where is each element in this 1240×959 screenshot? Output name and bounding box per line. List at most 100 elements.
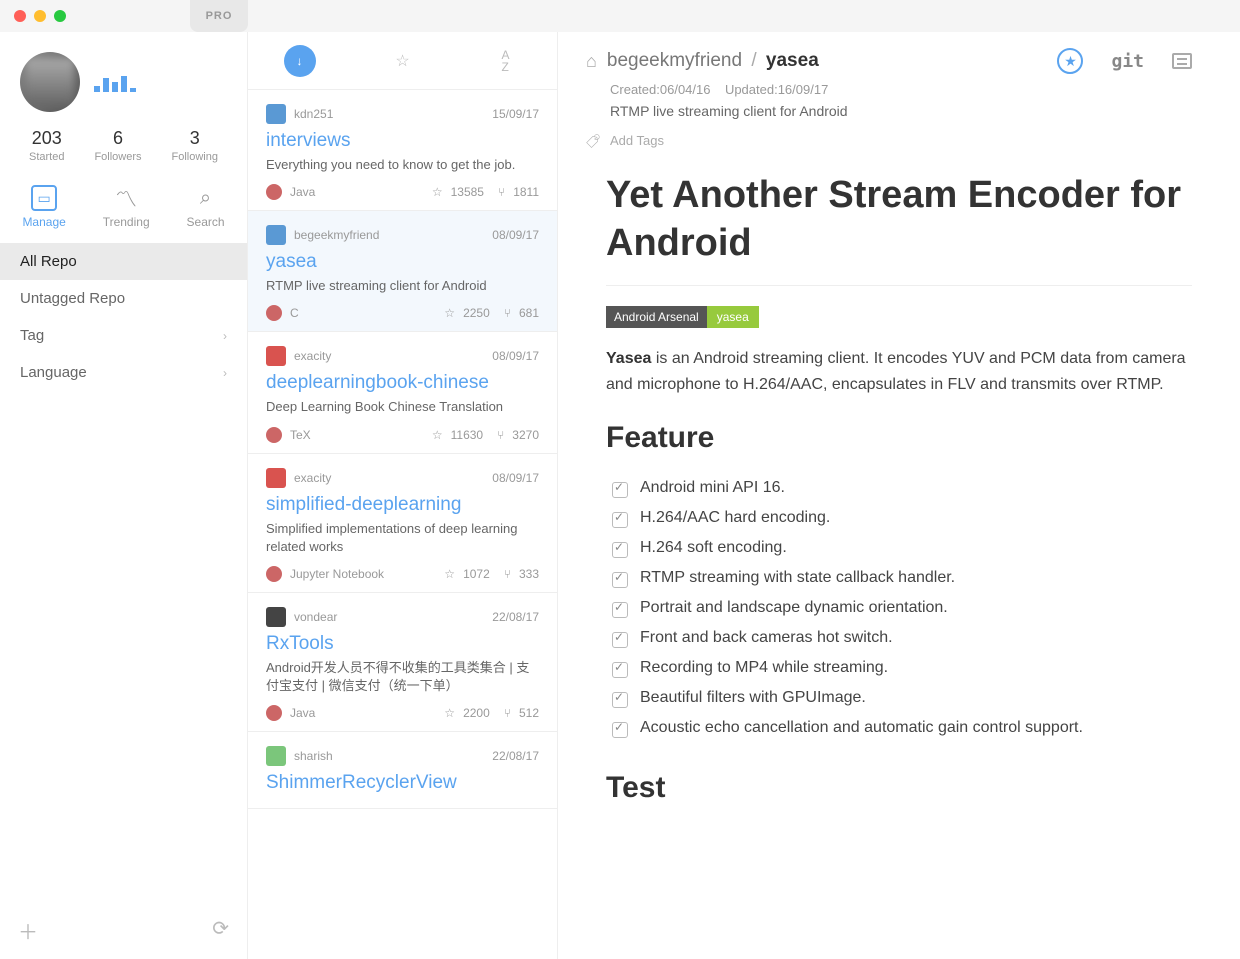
refresh-button[interactable]: ⟳ xyxy=(212,916,229,945)
nav-untagged-repo[interactable]: Untagged Repo xyxy=(0,280,247,317)
chevron-right-icon: › xyxy=(223,329,227,343)
owner-avatar-icon xyxy=(266,607,286,627)
feature-item: Acoustic echo cancellation and automatic… xyxy=(612,713,1192,743)
owner-avatar-icon xyxy=(266,104,286,124)
meta-dates: Created:06/04/16 Updated:16/09/17 xyxy=(558,82,1240,97)
stat-following[interactable]: 3 Following xyxy=(172,128,218,163)
repo-description: Deep Learning Book Chinese Translation xyxy=(266,398,539,416)
fork-icon: ⑂ xyxy=(504,306,511,320)
trending-icon: 〽 xyxy=(113,185,139,211)
fork-count: 681 xyxy=(519,306,539,320)
repo-date: 08/09/17 xyxy=(492,349,539,363)
stat-number: 6 xyxy=(94,128,141,149)
star-icon: ☆ xyxy=(444,567,455,581)
repo-description: Simplified implementations of deep learn… xyxy=(266,520,539,556)
fork-icon: ⑂ xyxy=(497,428,504,442)
repo-detail: ⌂ begeekmyfriend / yasea ★ git Created:0… xyxy=(558,32,1240,959)
chevron-right-icon: › xyxy=(223,366,227,380)
tab-label: Search xyxy=(187,215,225,229)
language-label: Jupyter Notebook xyxy=(290,567,384,581)
repo-card[interactable]: kdn251 15/09/17 interviews Everything yo… xyxy=(248,90,557,211)
feature-item: Portrait and landscape dynamic orientati… xyxy=(612,593,1192,623)
nav-language[interactable]: Language › xyxy=(0,354,247,391)
sort-alpha-tab[interactable]: AZ xyxy=(490,45,522,77)
star-count: 13585 xyxy=(451,185,484,199)
maximize-window-button[interactable] xyxy=(54,10,66,22)
repo-list: kdn251 15/09/17 interviews Everything yo… xyxy=(248,90,557,959)
repo-description: RTMP live streaming client for Android xyxy=(266,277,539,295)
owner-name: exacity xyxy=(294,471,331,485)
star-icon: ☆ xyxy=(444,306,455,320)
stat-started[interactable]: 203 Started xyxy=(29,128,64,163)
repo-title: yasea xyxy=(266,251,539,273)
owner-name: begeekmyfriend xyxy=(294,228,379,242)
repo-date: 08/09/17 xyxy=(492,471,539,485)
sidebar-nav: All Repo Untagged Repo Tag › Language › xyxy=(0,243,247,391)
language-icon xyxy=(266,427,282,443)
crumb-owner[interactable]: begeekmyfriend xyxy=(607,50,742,71)
readme: Yet Another Stream Encoder for Android A… xyxy=(558,172,1240,805)
repo-card[interactable]: exacity 08/09/17 simplified-deeplearning… xyxy=(248,454,557,593)
feature-heading: Feature xyxy=(606,421,1192,455)
shield-badge[interactable]: Android Arsenal yasea xyxy=(606,306,1192,328)
stat-number: 203 xyxy=(29,128,64,149)
nav-all-repo[interactable]: All Repo xyxy=(0,243,247,280)
nav-label: Language xyxy=(20,364,87,381)
repo-list-column: ↓ ☆ AZ kdn251 15/09/17 interviews Everyt… xyxy=(248,32,558,959)
star-button[interactable]: ★ xyxy=(1057,48,1083,74)
repo-description: Everything you need to know to get the j… xyxy=(266,156,539,174)
repo-title: simplified-deeplearning xyxy=(266,494,539,516)
language-icon xyxy=(266,566,282,582)
feature-item: Front and back cameras hot switch. xyxy=(612,623,1192,653)
fork-icon: ⑂ xyxy=(504,567,511,581)
tab-trending[interactable]: 〽 Trending xyxy=(103,185,150,229)
star-icon: ☆ xyxy=(432,428,443,442)
fork-count: 1811 xyxy=(513,185,539,199)
nav-tag[interactable]: Tag › xyxy=(0,317,247,354)
feature-item: Recording to MP4 while streaming. xyxy=(612,653,1192,683)
breadcrumb: begeekmyfriend / yasea xyxy=(607,50,819,72)
add-tags-button[interactable]: Add Tags xyxy=(610,133,664,148)
owner-name: sharish xyxy=(294,749,333,763)
sort-starred-tab[interactable]: ☆ xyxy=(387,45,419,77)
minimize-window-button[interactable] xyxy=(34,10,46,22)
sidebar: 203 Started 6 Followers 3 Following ▭ Ma… xyxy=(0,32,248,959)
tab-search[interactable]: ⌕ Search xyxy=(187,185,225,229)
repo-card[interactable]: begeekmyfriend 08/09/17 yasea RTMP live … xyxy=(248,211,557,332)
owner-avatar-icon xyxy=(266,468,286,488)
repo-card[interactable]: vondear 22/08/17 RxTools Android开发人员不得不收… xyxy=(248,593,557,732)
star-count: 2200 xyxy=(463,706,490,720)
crumb-repo[interactable]: yasea xyxy=(766,50,819,71)
pro-badge: PRO xyxy=(190,0,248,32)
tab-manage[interactable]: ▭ Manage xyxy=(22,185,65,229)
star-icon: ☆ xyxy=(432,185,443,199)
language-icon xyxy=(266,305,282,321)
test-heading: Test xyxy=(606,771,1192,805)
repo-description: Android开发人员不得不收集的工具类集合 | 支付宝支付 | 微信支付（统一… xyxy=(266,659,539,695)
window-titlebar: PRO xyxy=(0,0,1240,32)
stat-label: Followers xyxy=(94,151,141,163)
stat-followers[interactable]: 6 Followers xyxy=(94,128,141,163)
sort-recent-tab[interactable]: ↓ xyxy=(284,45,316,77)
tab-label: Manage xyxy=(22,215,65,229)
home-icon[interactable]: ⌂ xyxy=(586,51,597,72)
nav-label: All Repo xyxy=(20,253,77,270)
repo-title: deeplearningbook-chinese xyxy=(266,372,539,394)
repo-title: ShimmerRecyclerView xyxy=(266,772,539,794)
fork-count: 512 xyxy=(519,706,539,720)
repo-short-desc: RTMP live streaming client for Android xyxy=(558,97,1240,125)
reader-view-icon[interactable] xyxy=(1172,53,1192,69)
profile-block xyxy=(0,32,247,122)
add-button[interactable]: ＋ xyxy=(18,916,38,945)
nav-label: Tag xyxy=(20,327,44,344)
fork-icon: ⑂ xyxy=(498,185,505,199)
repo-card[interactable]: sharish 22/08/17 ShimmerRecyclerView xyxy=(248,732,557,809)
owner-avatar-icon xyxy=(266,346,286,366)
close-window-button[interactable] xyxy=(14,10,26,22)
repo-card[interactable]: exacity 08/09/17 deeplearningbook-chines… xyxy=(248,332,557,453)
readme-intro: Yasea is an Android streaming client. It… xyxy=(606,346,1192,397)
repo-date: 22/08/17 xyxy=(492,610,539,624)
git-icon[interactable]: git xyxy=(1111,51,1144,72)
fork-count: 3270 xyxy=(512,428,539,442)
user-avatar[interactable] xyxy=(20,52,80,112)
